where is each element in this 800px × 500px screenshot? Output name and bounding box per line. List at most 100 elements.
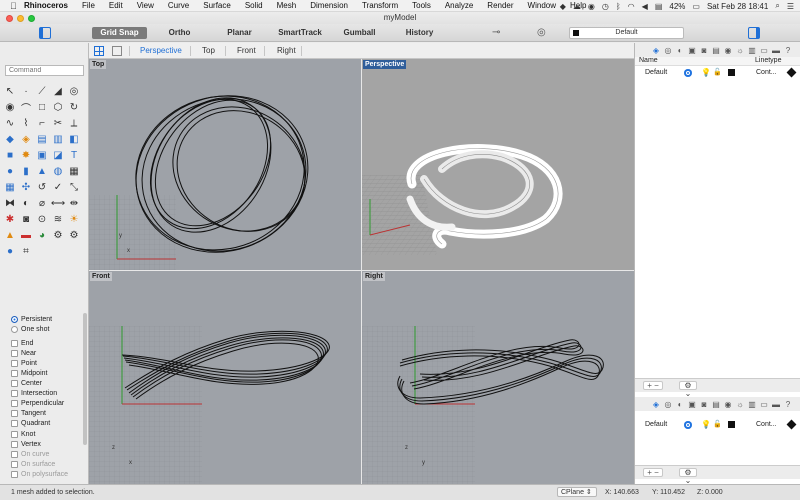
bluetooth-icon[interactable]: ᛒ — [616, 2, 621, 11]
osnap-center[interactable]: Center — [11, 379, 68, 389]
layers-icon[interactable]: ◈ — [651, 46, 661, 55]
view-icon[interactable]: ⊙ — [34, 211, 50, 227]
display-icon[interactable]: ◐ — [675, 46, 685, 55]
osnap-on-polysurface[interactable]: On polysurface — [11, 469, 68, 479]
layer-linetype[interactable]: Cont... — [756, 69, 777, 76]
cylinder-icon[interactable]: ▮ — [18, 163, 34, 179]
column-name[interactable]: Name — [639, 57, 658, 64]
add-remove-layer-button[interactable]: + − — [643, 381, 663, 390]
sun-icon[interactable]: ☼ — [735, 400, 745, 409]
render-settings-icon[interactable]: ▣ — [687, 400, 697, 409]
properties-icon[interactable]: ◎ — [663, 400, 673, 409]
array-icon[interactable]: ▦ — [2, 179, 18, 195]
layer-row[interactable]: Default 💡 🔓 Cont... — [635, 67, 800, 78]
history-button[interactable]: History — [392, 27, 447, 39]
viewport-divider-horizontal[interactable] — [89, 270, 634, 271]
notification-icon[interactable]: ☰ — [787, 2, 794, 11]
apple-icon[interactable]:  — [10, 1, 24, 11]
toggle-right-sidebar-icon[interactable] — [748, 27, 760, 39]
battery-percent[interactable]: 42% — [669, 2, 685, 11]
layers-icon[interactable]: ≋ — [50, 211, 66, 227]
lock-icon[interactable]: 🔓 — [713, 68, 722, 76]
osnap-intersection[interactable]: Intersection — [11, 389, 68, 399]
material-icon[interactable] — [786, 419, 797, 430]
camera-icon[interactable]: ◙ — [699, 400, 709, 409]
lightbulb-icon[interactable]: 💡 — [701, 420, 711, 429]
boolean-icon[interactable]: ◪ — [50, 147, 66, 163]
menu-tools[interactable]: Tools — [412, 1, 431, 10]
torus-icon[interactable]: ◍ — [50, 163, 66, 179]
fillet-icon[interactable]: ⌐ — [34, 115, 50, 131]
layer-row[interactable]: Default 💡 🔓 Cont... — [635, 419, 800, 430]
viewport-front[interactable]: z x Front — [89, 271, 361, 484]
camera-icon[interactable]: ◙ — [699, 46, 709, 55]
add-remove-layer-button[interactable]: + − — [643, 468, 663, 477]
grid-snap-button[interactable]: Grid Snap — [92, 27, 147, 39]
osnap-quadrant[interactable]: Quadrant — [11, 419, 68, 429]
menu-edit[interactable]: Edit — [109, 1, 123, 10]
gear-icon[interactable]: ⚙ — [50, 227, 66, 243]
image-icon[interactable]: ▥ — [747, 46, 757, 55]
help-icon[interactable]: ? — [783, 400, 793, 409]
scale-icon[interactable]: ⤡ — [66, 179, 82, 195]
extrude-icon[interactable]: ▥ — [50, 131, 66, 147]
lightbulb-icon[interactable]: 💡 — [701, 68, 711, 77]
osnap-tangent[interactable]: Tangent — [11, 409, 68, 419]
tab-right[interactable]: Right — [277, 45, 296, 57]
freeform-icon[interactable]: ∿ — [2, 115, 18, 131]
viewport-title-right[interactable]: Right — [363, 272, 385, 281]
text-icon[interactable]: T — [66, 147, 82, 163]
properties-icon[interactable]: ◎ — [663, 46, 673, 55]
search-icon[interactable]: ⌕ — [775, 1, 779, 11]
monitor-icon[interactable]: ▬ — [771, 46, 781, 55]
osnap-end[interactable]: End — [11, 338, 68, 348]
target-icon[interactable]: ◎ — [537, 27, 546, 38]
material-icon[interactable]: ▲ — [2, 227, 18, 243]
dimension-icon[interactable]: ⇹ — [66, 195, 82, 211]
arc-icon[interactable]: ⌒ — [18, 99, 34, 115]
cloud-icon[interactable]: ☁ — [573, 2, 581, 11]
globe-icon[interactable]: ● — [2, 243, 18, 259]
osnap-near[interactable]: Near — [11, 348, 68, 358]
menu-view[interactable]: View — [137, 1, 154, 10]
osnap-on-curve[interactable]: On curve — [11, 449, 68, 459]
layer-options-button[interactable]: ⚙ ⌄ — [679, 381, 697, 398]
viewport-perspective[interactable]: Perspective — [362, 59, 634, 270]
split-icon[interactable]: ⟂ — [66, 115, 82, 131]
osnap-knot[interactable]: Knot — [11, 429, 68, 439]
current-layer-dropdown[interactable]: Default — [569, 27, 684, 39]
color-wheel-icon[interactable]: ◕ — [34, 227, 50, 243]
smarttrack-button[interactable]: SmartTrack — [270, 27, 330, 39]
osnap-one-shot[interactable]: One shot — [11, 324, 68, 334]
spiral-icon[interactable]: ↻ — [66, 99, 82, 115]
column-linetype[interactable]: Linetype — [755, 57, 781, 64]
wifi-icon[interactable]: ◠ — [628, 2, 635, 11]
sun-icon[interactable]: ☼ — [735, 46, 745, 55]
gumball-button[interactable]: Gumball — [332, 27, 387, 39]
lock-icon[interactable]: 🔓 — [713, 420, 722, 428]
current-layer-icon[interactable] — [684, 421, 692, 429]
analyze-icon[interactable]: ⌀ — [34, 195, 50, 211]
folder-icon[interactable]: ▭ — [759, 46, 769, 55]
light-icon[interactable]: ☀ — [66, 211, 82, 227]
trim-icon[interactable]: ✂ — [50, 115, 66, 131]
osnap-on-surface[interactable]: On surface — [11, 459, 68, 469]
sweep-icon[interactable]: ◈ — [18, 131, 34, 147]
record-history-icon[interactable]: ⊸ — [492, 27, 500, 38]
osnap-perpendicular[interactable]: Perpendicular — [11, 399, 68, 409]
layers-icon[interactable]: ◈ — [651, 400, 661, 409]
polygon-icon[interactable]: ⬡ — [50, 99, 66, 115]
settings-icon[interactable]: ⚙ — [66, 227, 82, 243]
hide-icon[interactable]: ◐ — [18, 195, 34, 211]
cone-icon[interactable]: ▲ — [34, 163, 50, 179]
menu-dimension[interactable]: Dimension — [310, 1, 348, 10]
toggle-left-sidebar-icon[interactable] — [39, 27, 51, 39]
flag-icon[interactable]: ▤ — [655, 2, 663, 11]
single-viewport-layout-icon[interactable] — [112, 46, 122, 56]
menu-window[interactable]: Window — [528, 1, 556, 10]
viewport-divider-vertical[interactable] — [361, 59, 362, 484]
cplane-dropdown[interactable]: CPlane ⇕ — [557, 487, 597, 497]
menu-analyze[interactable]: Analyze — [445, 1, 473, 10]
properties-icon[interactable]: ▬ — [18, 227, 34, 243]
measure-icon[interactable]: ⟷ — [50, 195, 66, 211]
